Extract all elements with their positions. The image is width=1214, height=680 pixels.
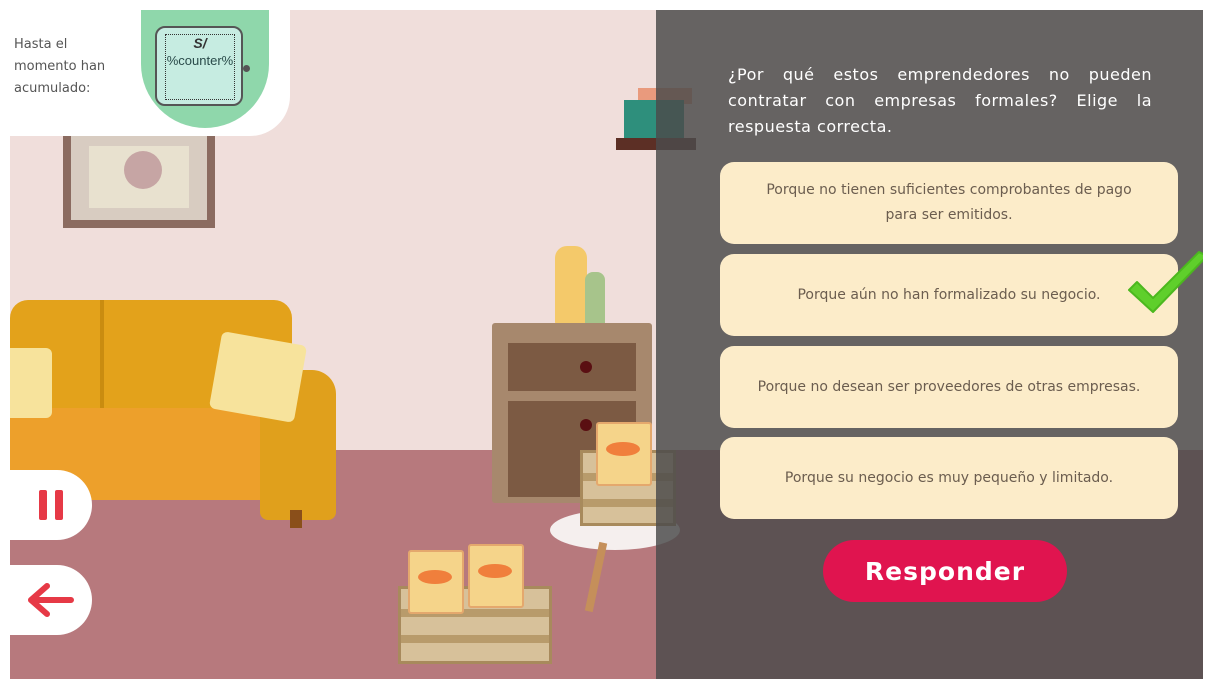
question-text: ¿Por qué estos emprendedores no pueden c… [728,65,1152,136]
product-box [468,544,524,608]
checkmark-icon [1128,251,1203,313]
bottle [585,272,605,326]
counter-box: S/ %counter% [155,26,243,106]
arrow-left-icon [28,583,74,617]
answer-option-2[interactable]: Porque aún no han formalizado su negocio… [720,254,1178,336]
wall-picture-frame [63,128,215,228]
currency-symbol: S/ [193,35,207,51]
counter-value: %counter% [166,53,234,68]
resize-handle [243,65,250,72]
respond-button[interactable]: Responder [823,540,1067,602]
answer-option-1[interactable]: Porque no tienen suficientes comprobante… [720,162,1178,244]
sofa-leg [290,510,302,528]
answer-option-3[interactable]: Porque no desean ser proveedores de otra… [720,346,1178,428]
counter-label: Hasta el momento han acumulado: [14,37,106,96]
bottle [555,246,587,326]
sofa-pillow [10,348,52,418]
back-button[interactable] [10,565,92,635]
counter-value-field: S/ %counter% [165,34,235,100]
game-stage: Hasta el momento han acumulado: S/ %coun… [10,10,1203,679]
sofa-pillow [208,331,308,423]
product-box [408,550,464,614]
product-box [596,422,652,486]
counter-panel: Hasta el momento han acumulado: S/ %coun… [10,10,290,136]
pause-button[interactable] [10,470,92,540]
pause-icon [39,490,63,520]
answer-option-4[interactable]: Porque su negocio es muy pequeño y limit… [720,437,1178,519]
